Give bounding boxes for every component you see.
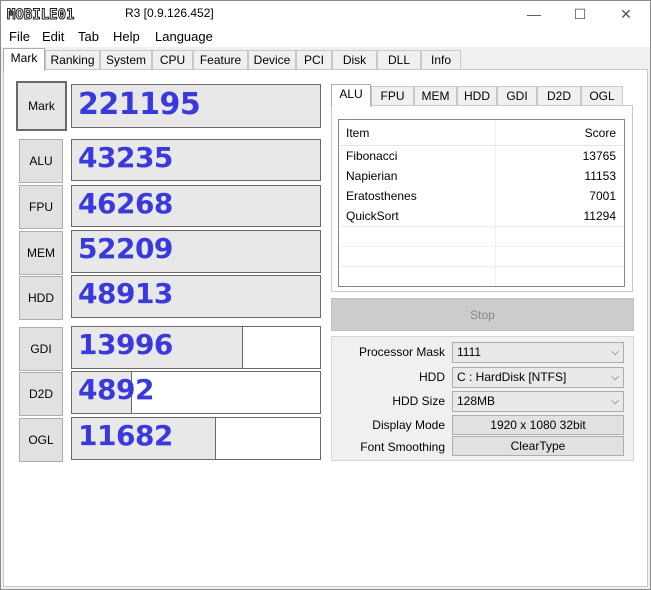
detail-tab-gdi[interactable]: GDI (497, 86, 537, 106)
grid-line (339, 266, 624, 267)
hdd-size-select[interactable]: 128MB ⌵ (452, 391, 624, 412)
mem-score-box: 52209 (71, 230, 321, 273)
close-button[interactable]: ✕ (603, 1, 649, 27)
d2d-score: 4892 (78, 373, 154, 406)
gdi-score-box: 13996 (71, 326, 321, 369)
list-item[interactable]: Napierian 11153 (339, 166, 624, 186)
menu-bar: File Edit Tab Help Language (1, 27, 650, 47)
detail-tab-d2d[interactable]: D2D (537, 86, 581, 106)
detail-tab-hdd[interactable]: HDD (457, 86, 497, 106)
minimize-button[interactable]: — (511, 1, 557, 27)
d2d-button[interactable]: D2D (19, 372, 63, 416)
main-tabs: Mark Ranking System CPU Feature Device P… (1, 48, 650, 71)
list-item-name: Fibonacci (346, 149, 398, 163)
tab-info[interactable]: Info (421, 50, 461, 70)
maximize-icon: ☐ (573, 5, 587, 22)
fpu-score-box: 46268 (71, 185, 321, 227)
menu-help[interactable]: Help (113, 29, 140, 44)
hdd-select[interactable]: C : HardDisk [NTFS] ⌵ (452, 367, 624, 388)
close-icon: ✕ (620, 5, 632, 22)
alu-score: 43235 (78, 141, 173, 174)
alu-button[interactable]: ALU (19, 139, 63, 183)
maximize-button[interactable]: ☐ (557, 1, 603, 27)
menu-tab[interactable]: Tab (78, 29, 99, 44)
tab-ranking[interactable]: Ranking (45, 50, 100, 70)
hdd-button[interactable]: HDD (19, 276, 63, 320)
list-item-score: 7001 (589, 189, 616, 203)
d2d-score-box: 4892 (71, 371, 321, 414)
tab-system[interactable]: System (100, 50, 152, 70)
results-list[interactable]: Item Score Fibonacci 13765 Napierian 111… (338, 119, 625, 287)
list-item-name: Napierian (346, 169, 398, 183)
list-item-score: 11153 (584, 169, 616, 183)
hdd-score: 48913 (78, 277, 173, 310)
display-mode-label: Display Mode (372, 418, 445, 432)
gdi-button[interactable]: GDI (19, 327, 63, 371)
grid-line (339, 226, 624, 227)
chevron-down-icon: ⌵ (611, 347, 619, 358)
tab-mark[interactable]: Mark (3, 48, 45, 71)
hdd-score-box: 48913 (71, 275, 321, 318)
detail-tab-fpu[interactable]: FPU (371, 86, 414, 106)
detail-tab-mem[interactable]: MEM (414, 86, 457, 106)
detail-tab-alu[interactable]: ALU (331, 84, 371, 107)
logo-text: MOBILE01 (7, 7, 74, 23)
app-window: MOBILE01 R3 [0.9.126.452] — ☐ ✕ File Edi… (0, 0, 651, 590)
ogl-button[interactable]: OGL (19, 418, 63, 462)
font-smoothing-button[interactable]: ClearType (452, 436, 624, 456)
list-header: Item Score (339, 120, 624, 146)
processor-mask-select[interactable]: 1111 ⌵ (452, 342, 624, 363)
fpu-score: 46268 (78, 187, 173, 220)
mark-score-box: 221195 (71, 84, 321, 128)
mem-score: 52209 (78, 232, 173, 265)
menu-language[interactable]: Language (155, 29, 213, 44)
tab-disk[interactable]: Disk (332, 50, 377, 70)
mark-score: 221195 (78, 87, 201, 122)
list-item-score: 11294 (583, 209, 616, 223)
hdd-label: HDD (419, 370, 445, 384)
tab-feature[interactable]: Feature (193, 50, 248, 70)
fpu-button[interactable]: FPU (19, 185, 63, 229)
tab-pci[interactable]: PCI (296, 50, 332, 70)
window-title: R3 [0.9.126.452] (125, 6, 214, 20)
list-item[interactable]: QuickSort 11294 (339, 206, 624, 226)
font-smoothing-label: Font Smoothing (360, 440, 445, 454)
grid-line (339, 246, 624, 247)
detail-tab-ogl[interactable]: OGL (581, 86, 623, 106)
ogl-score-box: 11682 (71, 417, 321, 460)
logo: MOBILE01 (5, 5, 123, 23)
chevron-down-icon: ⌵ (611, 372, 619, 383)
menu-file[interactable]: File (9, 29, 30, 44)
list-item[interactable]: Fibonacci 13765 (339, 146, 624, 166)
title-bar: MOBILE01 R3 [0.9.126.452] — ☐ ✕ (1, 1, 650, 27)
hdd-value: C : HardDisk [NTFS] (457, 370, 567, 384)
display-mode-button[interactable]: 1920 x 1080 32bit (452, 415, 624, 435)
list-item-name: QuickSort (346, 209, 399, 223)
minimize-icon: — (527, 6, 541, 22)
column-header-item[interactable]: Item (346, 126, 369, 140)
hdd-size-label: HDD Size (392, 394, 445, 408)
menu-edit[interactable]: Edit (42, 29, 64, 44)
alu-score-box: 43235 (71, 139, 321, 181)
chevron-down-icon: ⌵ (611, 396, 619, 407)
list-item[interactable]: Eratosthenes 7001 (339, 186, 624, 206)
ogl-score: 11682 (78, 419, 173, 452)
stop-button[interactable]: Stop (331, 298, 634, 331)
tab-cpu[interactable]: CPU (152, 50, 193, 70)
hdd-size-value: 128MB (457, 394, 496, 408)
mark-button[interactable]: Mark (16, 81, 67, 131)
column-header-score[interactable]: Score (585, 126, 616, 140)
tab-device[interactable]: Device (248, 50, 296, 70)
detail-tabs: ALU FPU MEM HDD GDI D2D OGL (331, 84, 625, 107)
tab-dll[interactable]: DLL (377, 50, 421, 70)
list-item-name: Eratosthenes (346, 189, 417, 203)
gdi-score: 13996 (78, 328, 173, 361)
list-item-score: 13765 (582, 149, 616, 163)
processor-mask-label: Processor Mask (358, 345, 445, 359)
mem-button[interactable]: MEM (19, 231, 63, 275)
processor-mask-value: 1111 (457, 345, 482, 359)
